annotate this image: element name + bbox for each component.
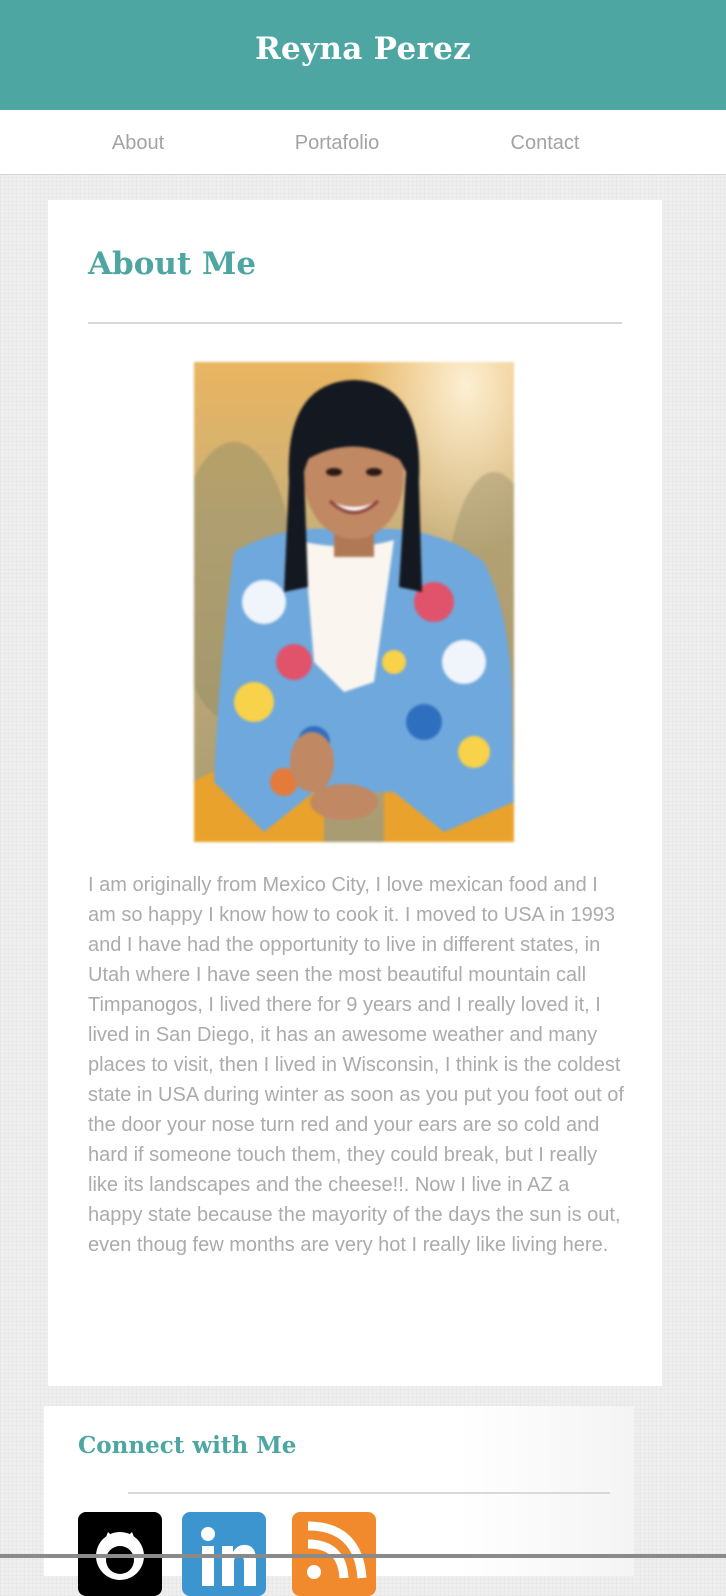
connect-heading: Connect with Me	[78, 1432, 297, 1459]
about-bio: I am originally from Mexico City, I love…	[88, 874, 624, 1256]
nav-link-about[interactable]: About	[112, 132, 164, 155]
portrait-photo-illustration	[194, 362, 514, 842]
connect-divider	[128, 1492, 610, 1494]
about-heading: About Me	[88, 246, 257, 282]
about-divider	[88, 322, 622, 324]
site-title: Reyna Perez	[254, 31, 472, 67]
main-nav: About Portafolio Contact	[0, 110, 726, 175]
nav-link-contact[interactable]: Contact	[511, 132, 580, 155]
connect-section: Connect with Me	[44, 1406, 634, 1596]
nav-link-portfolio[interactable]: Portafolio	[295, 132, 380, 155]
site-header: Reyna Perez	[0, 0, 726, 110]
bottom-edge	[0, 1554, 726, 1558]
profile-photo	[194, 362, 514, 842]
about-section: About Me I am originally from Mexico Cit…	[48, 200, 662, 1386]
